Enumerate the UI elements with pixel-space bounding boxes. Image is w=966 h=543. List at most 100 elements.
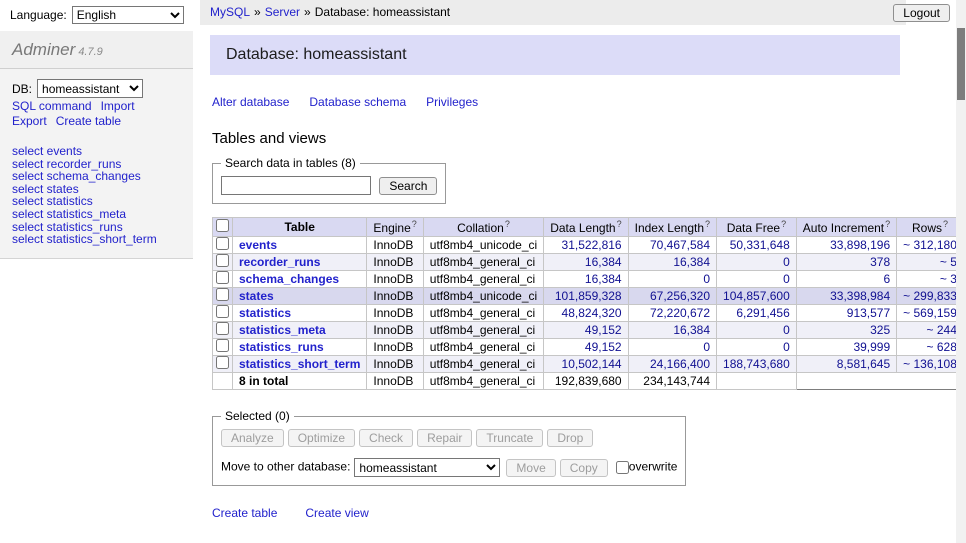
table-row: states InnoDB utf8mb4_unicode_ci 101,859…: [213, 288, 966, 305]
column-header: Data Free?: [717, 218, 797, 237]
sidebar-action-link[interactable]: Export: [12, 114, 47, 128]
collation-cell: utf8mb4_general_ci: [423, 271, 543, 288]
sidebar-table-link[interactable]: select events: [12, 145, 181, 158]
selected-action-button[interactable]: Optimize: [288, 429, 355, 447]
language-row: Language:English: [10, 6, 184, 24]
table-link[interactable]: recorder_runs: [239, 255, 320, 269]
page-title: Database: homeassistant: [210, 35, 900, 75]
collation-cell: utf8mb4_general_ci: [423, 322, 543, 339]
table-link[interactable]: states: [239, 289, 274, 303]
data-length-cell: 16,384: [544, 254, 628, 271]
data-length-cell: 101,859,328: [544, 288, 628, 305]
collation-cell: utf8mb4_general_ci: [423, 339, 543, 356]
column-header: Auto Increment?: [796, 218, 896, 237]
scrollbar-thumb[interactable]: [957, 28, 965, 100]
sidebar-table-link[interactable]: select schema_changes: [12, 170, 181, 183]
sidebar-action-link[interactable]: Create table: [56, 114, 121, 128]
column-help-link[interactable]: ?: [781, 219, 786, 229]
sidebar-action-link[interactable]: Import: [101, 99, 135, 113]
sidebar-table-link[interactable]: select statistics_short_term: [12, 233, 181, 246]
sidebar-actions-row2: Export Create table: [12, 115, 181, 128]
db-select[interactable]: homeassistant: [37, 79, 143, 98]
auto-increment-cell: 8,581,645: [796, 356, 896, 373]
logout-button[interactable]: Logout: [893, 4, 950, 22]
table-link[interactable]: events: [239, 238, 277, 252]
table-link[interactable]: statistics_meta: [239, 323, 326, 337]
column-help-link[interactable]: ?: [885, 219, 890, 229]
row-checkbox[interactable]: [216, 271, 229, 284]
copy-button[interactable]: Copy: [560, 459, 608, 477]
row-checkbox[interactable]: [216, 288, 229, 301]
data-free-cell: 104,857,600: [717, 288, 797, 305]
table-total-row: 8 in total InnoDB utf8mb4_general_ci 192…: [213, 373, 966, 390]
overwrite-checkbox[interactable]: [616, 461, 629, 474]
auto-increment-cell: 33,898,196: [796, 237, 896, 254]
create-link[interactable]: Create view: [305, 506, 368, 520]
create-link[interactable]: Create table: [212, 506, 277, 520]
collation-cell: utf8mb4_general_ci: [423, 254, 543, 271]
database-action-link[interactable]: Privileges: [426, 95, 478, 109]
data-length-cell: 16,384: [544, 271, 628, 288]
sidebar-menu: DB:homeassistant SQL command Import Expor…: [0, 69, 193, 259]
column-help-link[interactable]: ?: [412, 219, 417, 229]
column-help-link[interactable]: ?: [705, 219, 710, 229]
column-help-link[interactable]: ?: [617, 219, 622, 229]
column-header-label: Data Length: [550, 221, 615, 235]
column-header-label: Index Length: [635, 221, 704, 235]
move-button[interactable]: Move: [506, 459, 555, 477]
table-link[interactable]: statistics_short_term: [239, 357, 360, 371]
move-row: Move to other database:homeassistantMove…: [221, 458, 677, 477]
auto-increment-cell: 6: [796, 271, 896, 288]
column-help-link[interactable]: ?: [943, 219, 948, 229]
rows-cell: ~ 244: [897, 322, 964, 339]
table-row: statistics InnoDB utf8mb4_general_ci 48,…: [213, 305, 966, 322]
search-button[interactable]: Search: [379, 177, 437, 195]
selected-action-button[interactable]: Truncate: [476, 429, 543, 447]
table-link[interactable]: statistics: [239, 306, 291, 320]
column-help-link[interactable]: ?: [505, 219, 510, 229]
database-action-link[interactable]: Database schema: [309, 95, 406, 109]
breadcrumb-link-server[interactable]: Server: [265, 5, 300, 19]
sidebar-action-link[interactable]: SQL command: [12, 99, 92, 113]
rows-cell: ~ 628: [897, 339, 964, 356]
scrollbar[interactable]: [956, 0, 966, 543]
data-free-cell: 6,291,456: [717, 305, 797, 322]
row-checkbox[interactable]: [216, 254, 229, 267]
index-length-cell: 0: [628, 339, 716, 356]
language-select[interactable]: English: [72, 6, 184, 24]
table-link[interactable]: statistics_runs: [239, 340, 324, 354]
row-checkbox[interactable]: [216, 322, 229, 335]
search-legend: Search data in tables (8): [221, 156, 360, 170]
collation-cell: utf8mb4_unicode_ci: [423, 237, 543, 254]
data-length-cell: 49,152: [544, 322, 628, 339]
selected-action-button[interactable]: Analyze: [221, 429, 284, 447]
selected-action-button[interactable]: Drop: [547, 429, 593, 447]
move-database-select[interactable]: homeassistant: [354, 458, 500, 477]
row-checkbox[interactable]: [216, 356, 229, 369]
row-checkbox[interactable]: [216, 339, 229, 352]
selected-action-button[interactable]: Repair: [417, 429, 472, 447]
db-selector-row: DB:homeassistant: [12, 79, 181, 98]
engine-cell: InnoDB: [367, 322, 423, 339]
index-length-cell: 72,220,672: [628, 305, 716, 322]
total-data-length: 192,839,680: [544, 373, 628, 390]
select-all-checkbox[interactable]: [216, 219, 229, 232]
database-action-link[interactable]: Alter database: [212, 95, 289, 109]
row-checkbox[interactable]: [216, 305, 229, 318]
column-header-label: Engine: [373, 221, 410, 235]
search-input[interactable]: [221, 176, 371, 195]
column-header: Rows?: [897, 218, 964, 237]
sidebar-table-link[interactable]: select statistics_meta: [12, 208, 181, 221]
selected-action-button[interactable]: Check: [359, 429, 413, 447]
engine-cell: InnoDB: [367, 305, 423, 322]
table-link[interactable]: schema_changes: [239, 272, 339, 286]
index-length-cell: 70,467,584: [628, 237, 716, 254]
row-checkbox[interactable]: [216, 237, 229, 250]
create-links: Create table Create view: [212, 506, 906, 520]
breadcrumb-current: Database: homeassistant: [315, 5, 450, 19]
breadcrumb-link-mysql[interactable]: MySQL: [210, 5, 250, 19]
auto-increment-cell: 39,999: [796, 339, 896, 356]
auto-increment-cell: 33,398,984: [796, 288, 896, 305]
rows-cell: ~ 3: [897, 271, 964, 288]
column-header: Index Length?: [628, 218, 716, 237]
